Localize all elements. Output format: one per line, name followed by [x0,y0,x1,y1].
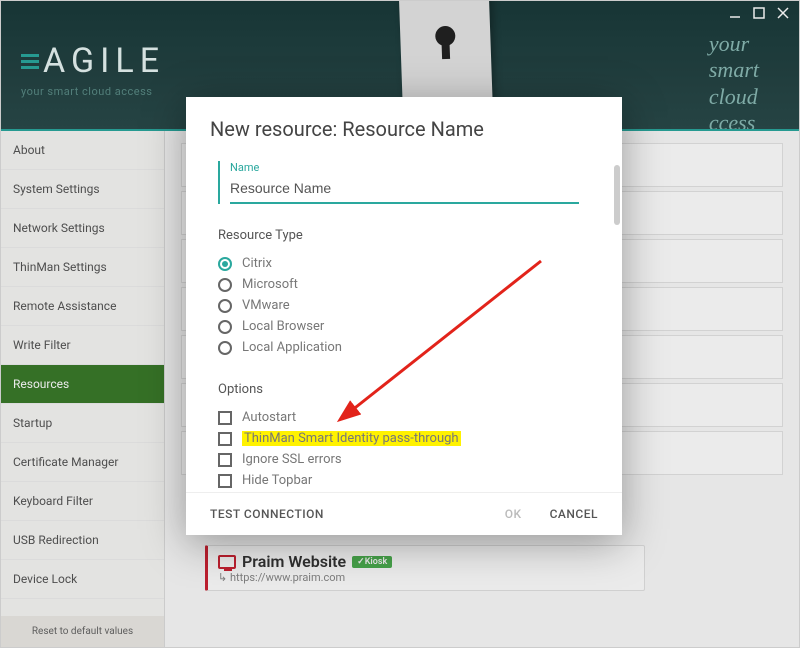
radio-vmware[interactable]: VMware [218,295,594,316]
radio-icon [218,257,232,271]
radio-icon [218,299,232,313]
checkbox-hide-topbar[interactable]: Hide Topbar [218,470,594,491]
checkbox-icon [218,411,232,425]
checkbox-thinman-smart-identity[interactable]: ThinMan Smart Identity pass-through [218,428,594,449]
new-resource-dialog: New resource: Resource Name Name Resourc… [186,97,622,535]
checkbox-icon [218,432,232,446]
dialog-footer: TEST CONNECTION OK CANCEL [186,492,622,535]
radio-local-application[interactable]: Local Application [218,337,594,358]
radio-citrix[interactable]: Citrix [218,253,594,274]
radio-icon [218,341,232,355]
test-connection-button[interactable]: TEST CONNECTION [210,507,324,521]
checkbox-icon [218,453,232,467]
scrollbar-thumb[interactable] [614,165,620,225]
cancel-button[interactable]: CANCEL [550,507,598,521]
checkbox-ignore-ssl[interactable]: Ignore SSL errors [218,449,594,470]
radio-icon [218,320,232,334]
checkbox-icon [218,474,232,488]
checkbox-autostart[interactable]: Autostart [218,407,594,428]
radio-local-browser[interactable]: Local Browser [218,316,594,337]
name-field-label: Name [230,161,594,174]
dialog-body: Name Resource Type Citrix Microsoft VMwa… [186,155,622,492]
options-label: Options [218,382,594,397]
resource-type-label: Resource Type [218,228,594,243]
dialog-title: New resource: Resource Name [186,97,622,155]
name-input[interactable] [230,176,579,204]
radio-icon [218,278,232,292]
radio-microsoft[interactable]: Microsoft [218,274,594,295]
ok-button[interactable]: OK [505,507,522,521]
